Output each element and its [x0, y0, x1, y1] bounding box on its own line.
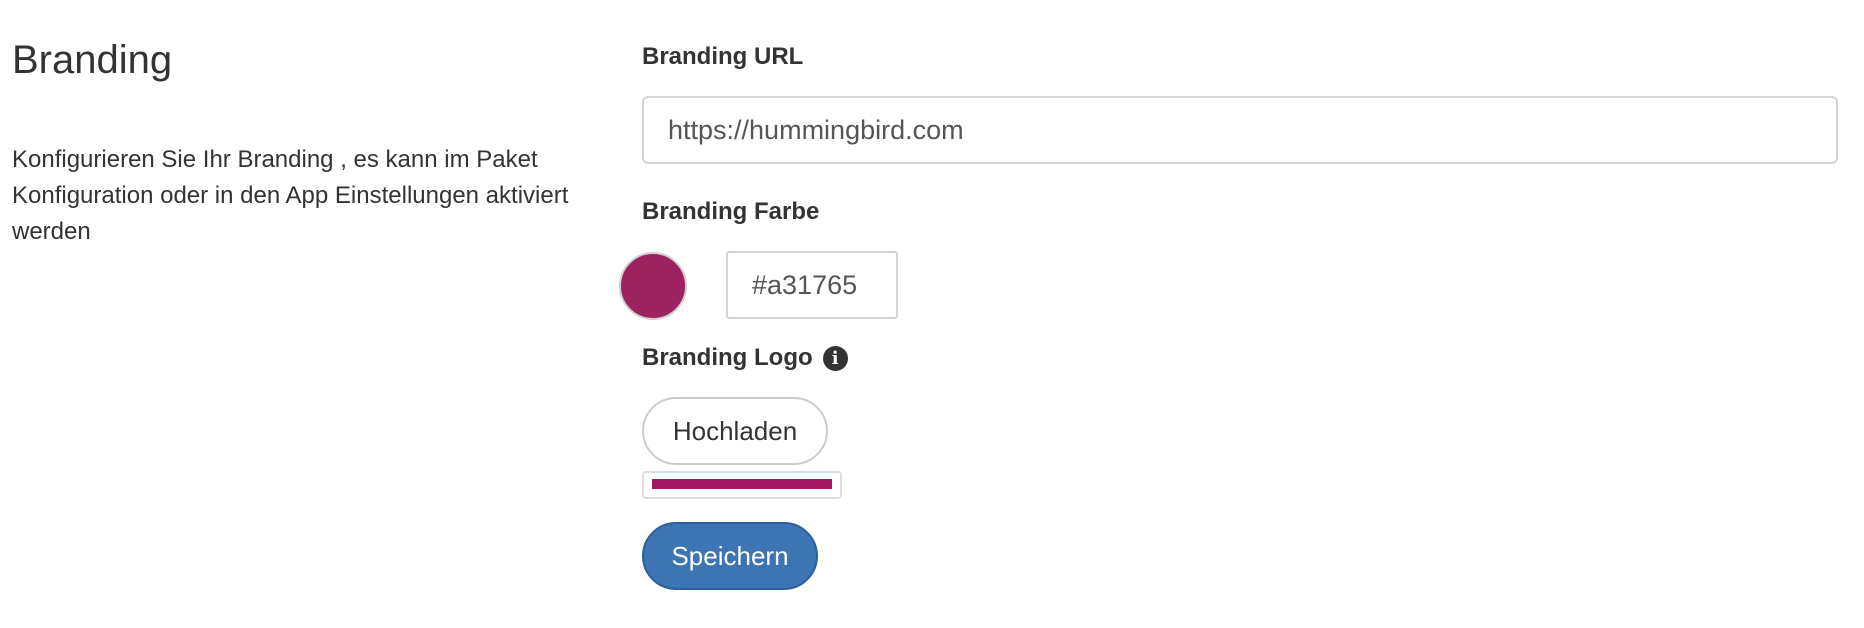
logo-preview-image [652, 479, 832, 489]
color-picker-swatch[interactable] [619, 252, 687, 320]
branding-url-label: Branding URL [642, 43, 803, 71]
branding-url-label-text: Branding URL [642, 43, 804, 70]
section-title: Branding [12, 38, 173, 82]
logo-preview [642, 471, 842, 499]
save-button[interactable]: Speichern [642, 522, 818, 590]
section-description: Konfigurieren Sie Ihr Branding , es kann… [12, 146, 569, 245]
branding-logo-label-text: Branding Logo [642, 344, 813, 371]
branding-logo-label: Branding Logo i [642, 344, 848, 372]
branding-color-label-text: Branding Farbe [642, 198, 820, 225]
branding-url-input[interactable] [642, 96, 1838, 164]
info-circle-icon[interactable]: i [822, 345, 848, 371]
branding-color-label: Branding Farbe [642, 198, 819, 226]
color-hex-input[interactable] [726, 251, 898, 319]
upload-button[interactable]: Hochladen [642, 397, 828, 465]
